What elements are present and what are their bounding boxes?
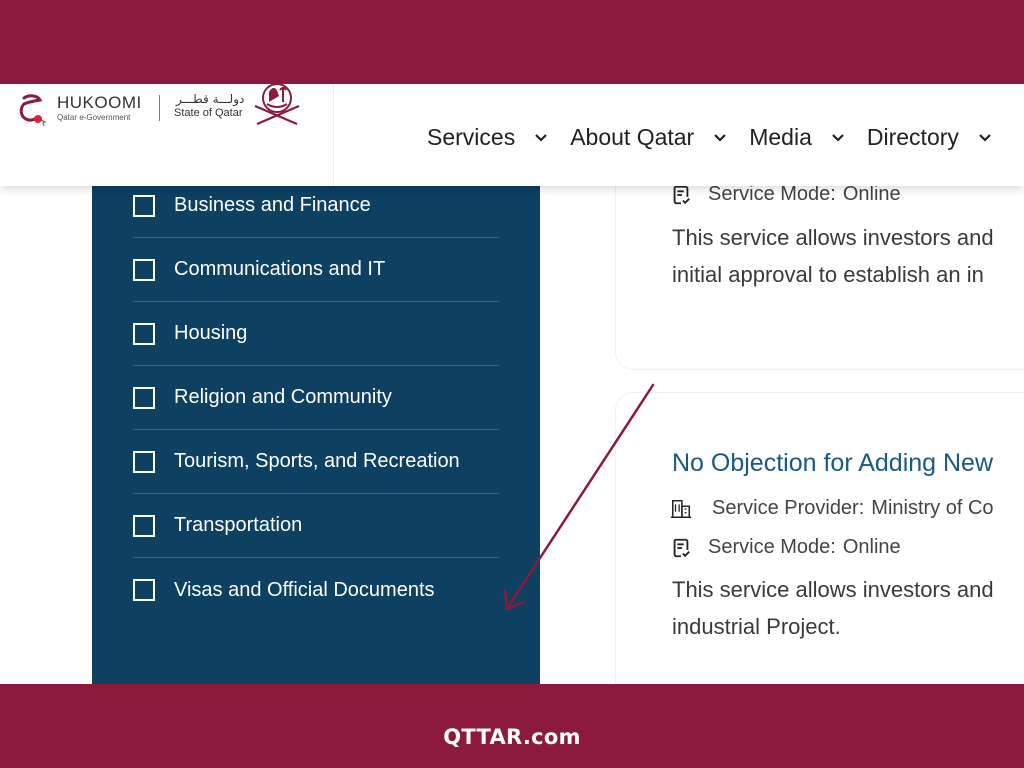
checkbox[interactable]: [133, 386, 155, 409]
logo-arabic-text: دولـــة قطـــر: [176, 92, 245, 106]
filter-item-visas-official-documents[interactable]: Visas and Official Documents: [133, 558, 499, 622]
nav-label: Directory: [866, 124, 959, 150]
service-mode-row: Service Mode: Online: [670, 183, 901, 206]
filter-label: Communications and IT: [174, 258, 386, 280]
checkbox[interactable]: [133, 322, 155, 345]
logo-title: HUKOOMI: [57, 93, 142, 112]
nav-label: Media: [749, 124, 812, 150]
description-line: This service allows investors and: [672, 225, 994, 250]
service-description: This service allows investors and indust…: [672, 571, 994, 645]
filter-item-religion-community[interactable]: Religion and Community: [133, 366, 499, 430]
site-header: HUKOOMI Qatar e-Government دولـــة قطـــ…: [0, 84, 1024, 186]
top-banner: [0, 0, 1024, 84]
filter-item-transportation[interactable]: Transportation: [133, 494, 499, 558]
document-check-icon: [673, 185, 690, 204]
logo-state-text: State of Qatar: [174, 107, 243, 119]
service-mode-row: Service Mode: Online: [670, 536, 901, 559]
qatar-emblem-icon: [254, 84, 300, 126]
description-line: This service allows investors and: [672, 577, 994, 602]
nav-item-about-qatar[interactable]: About Qatar: [570, 124, 727, 151]
service-mode-value: Online: [842, 536, 901, 558]
category-filter-panel: Culture, Arts and Media Business and Fin…: [92, 132, 540, 684]
description-line: industrial Project.: [672, 614, 841, 639]
hukoomi-logo-icon: [19, 94, 47, 127]
service-mode-label: Service Mode:: [708, 536, 836, 558]
service-card[interactable]: No Objection for Adding New Service Prov…: [615, 392, 1024, 684]
service-mode-label: Service Mode:: [708, 183, 836, 205]
nav-item-directory[interactable]: Directory: [867, 124, 992, 151]
service-description: This service allows investors and initia…: [672, 219, 994, 293]
filter-label: Visas and Official Documents: [174, 578, 435, 601]
service-provider-row: Service Provider: Ministry of Co: [670, 497, 994, 520]
service-provider-value: Ministry of Co: [871, 497, 994, 519]
hukoomi-logo[interactable]: HUKOOMI Qatar e-Government دولـــة قطـــ…: [0, 84, 334, 186]
watermark-text: QTTAR.com: [443, 725, 581, 749]
checkbox[interactable]: [133, 579, 155, 601]
checkbox[interactable]: [133, 258, 155, 281]
filter-label: Religion and Community: [174, 386, 392, 408]
checkbox[interactable]: [133, 450, 155, 473]
filter-item-tourism-sports-recreation[interactable]: Tourism, Sports, and Recreation: [133, 430, 499, 494]
filter-label: Transportation: [174, 514, 303, 536]
logo-subtitle: Qatar e-Government: [57, 113, 131, 122]
chevron-down-icon: [714, 133, 727, 142]
nav-label: Services: [427, 124, 516, 150]
building-icon: [670, 499, 692, 518]
filter-label: Tourism, Sports, and Recreation: [174, 450, 460, 472]
filter-item-housing[interactable]: Housing: [133, 302, 499, 366]
description-line: initial approval to establish an in: [672, 262, 984, 287]
filter-label: Housing: [174, 322, 248, 344]
checkbox[interactable]: [133, 514, 155, 537]
nav-item-media[interactable]: Media: [749, 124, 845, 151]
category-filter-list: Culture, Arts and Media Business and Fin…: [133, 132, 499, 622]
chevron-down-icon: [979, 133, 991, 142]
nav-item-services[interactable]: Services: [427, 124, 548, 151]
service-title-link[interactable]: No Objection for Adding New: [672, 449, 993, 478]
logo-divider: [159, 95, 160, 121]
checkbox[interactable]: [133, 194, 155, 217]
filter-item-communications-it[interactable]: Communications and IT: [133, 238, 499, 302]
service-provider-label: Service Provider:: [712, 497, 865, 519]
document-check-icon: [673, 538, 690, 557]
chevron-down-icon: [535, 133, 547, 142]
chevron-down-icon: [832, 133, 844, 142]
service-mode-value: Online: [842, 183, 901, 205]
bottom-banner: QTTAR.com: [0, 684, 1024, 768]
main-nav: Services About Qatar Media Directory: [427, 124, 1014, 151]
filter-label: Business and Finance: [174, 194, 371, 216]
nav-label: About Qatar: [570, 124, 695, 150]
